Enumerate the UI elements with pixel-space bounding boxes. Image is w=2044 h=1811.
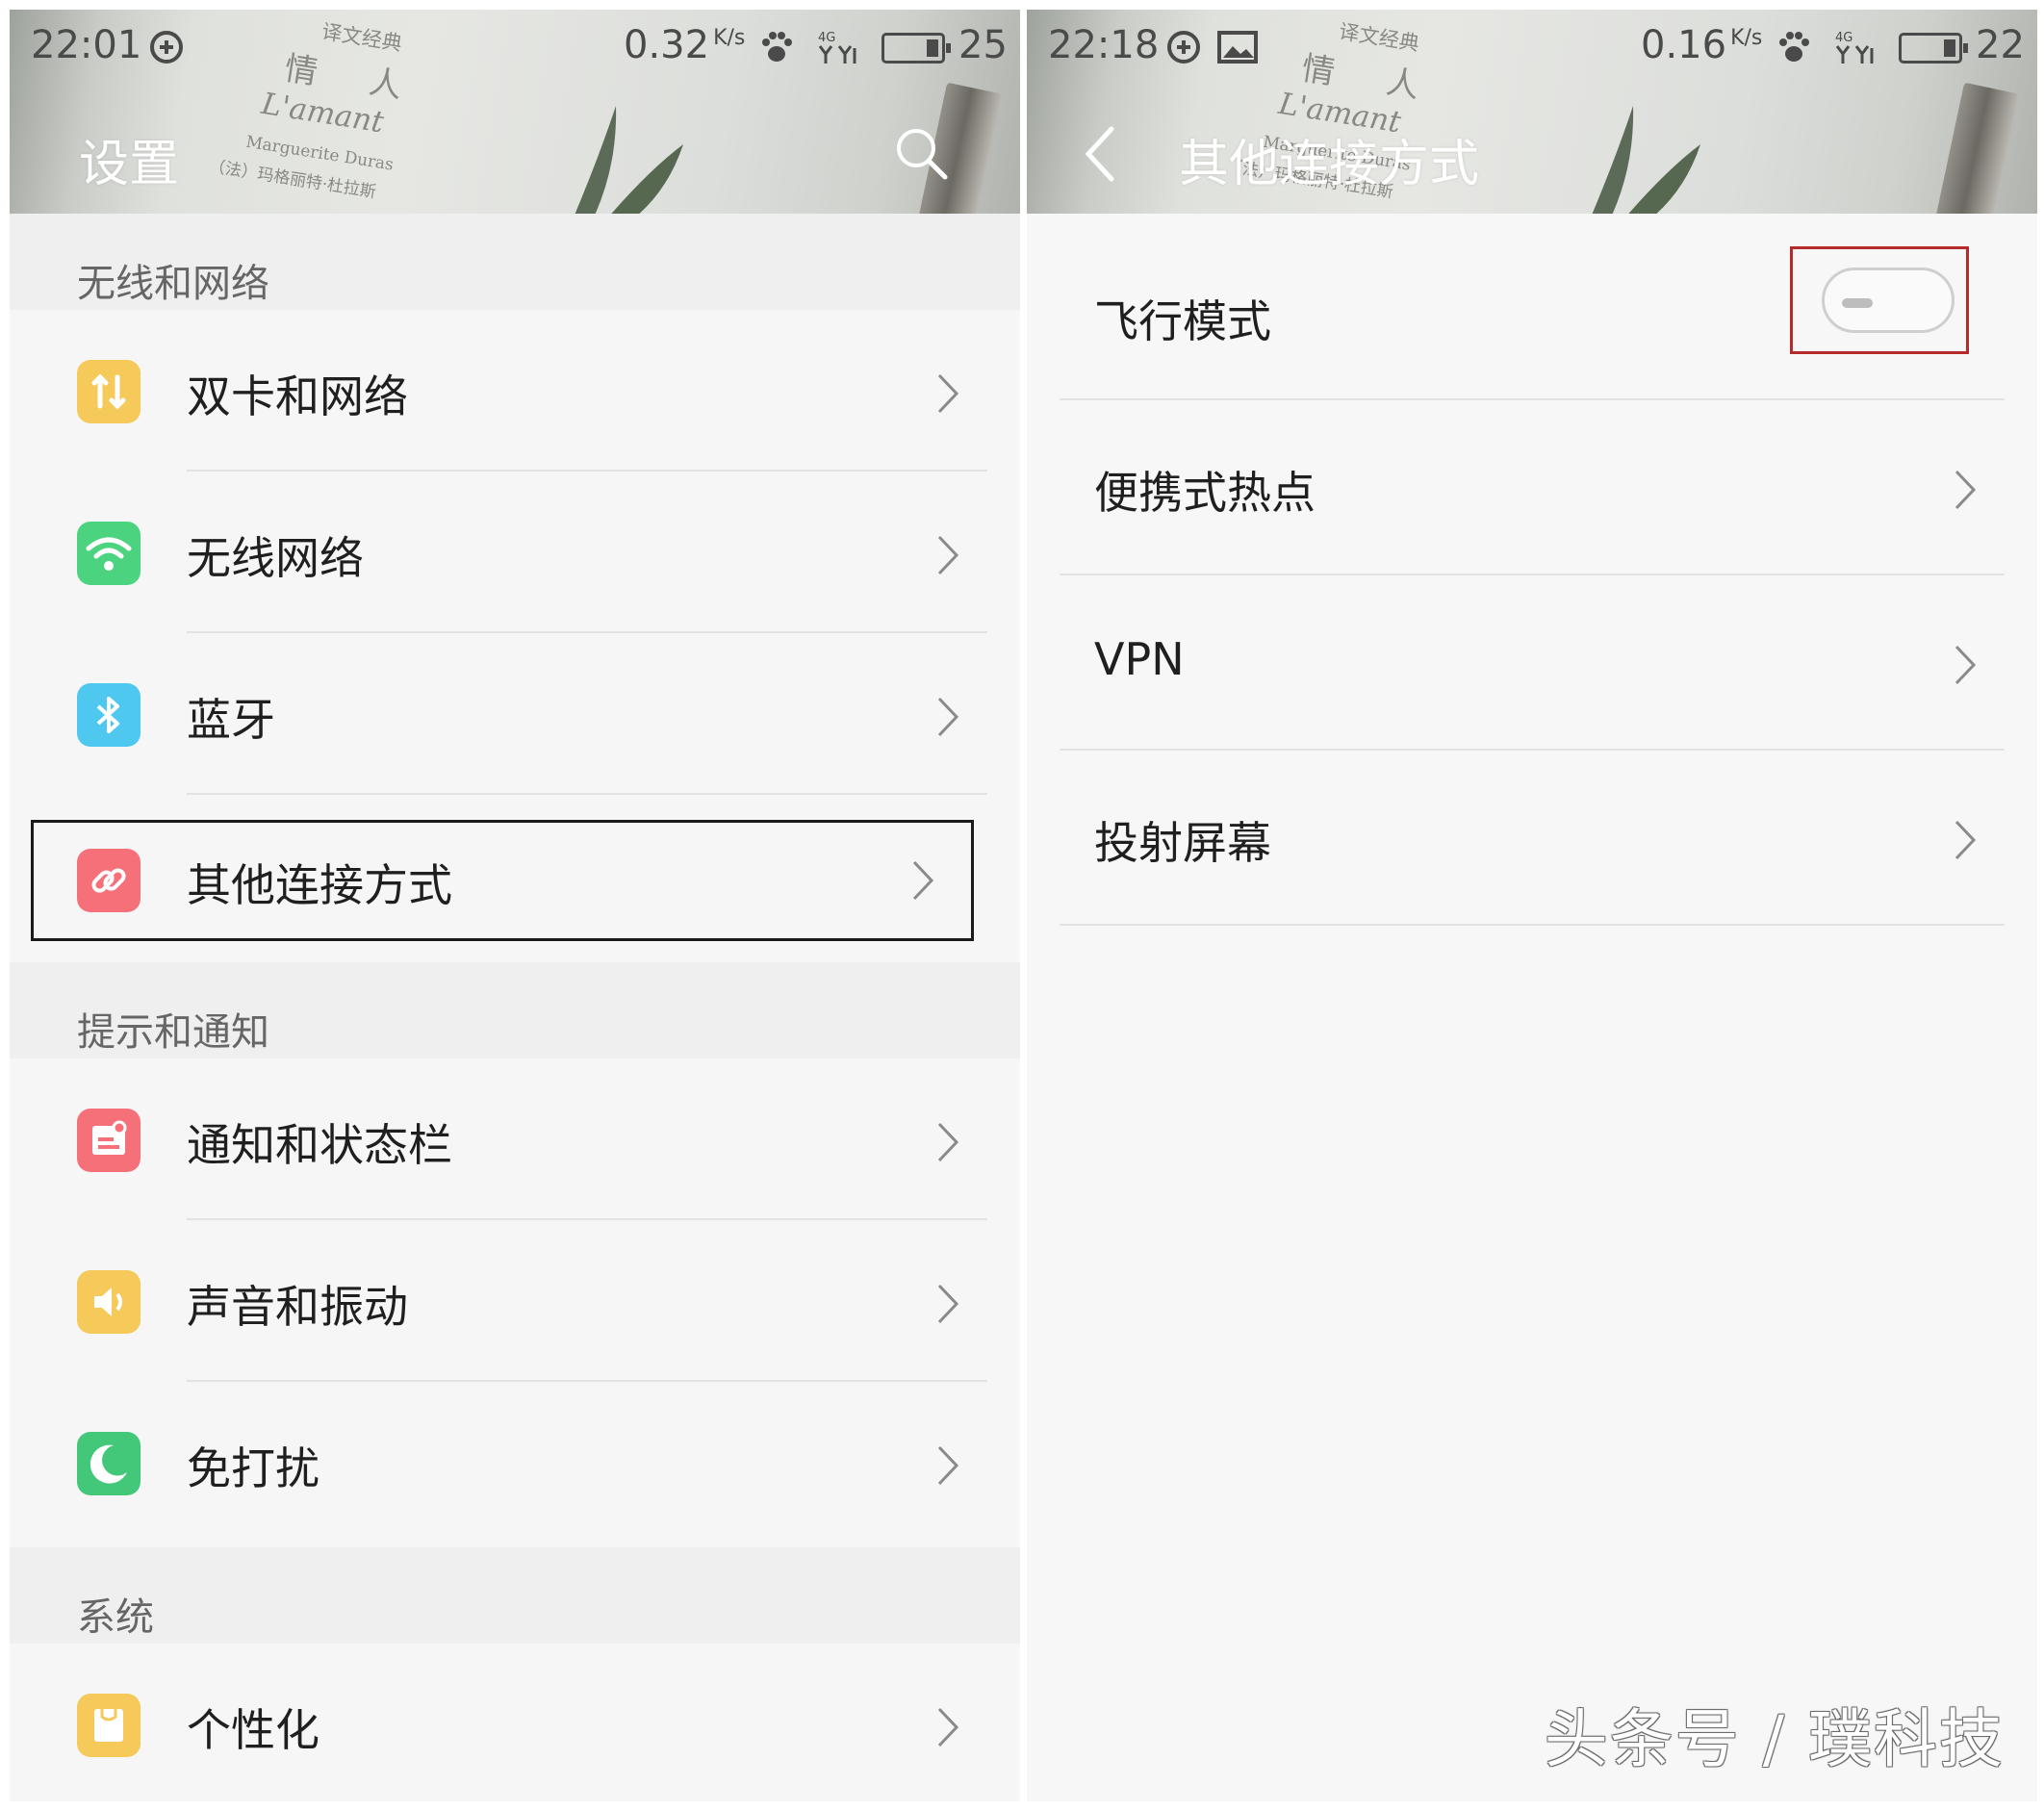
settings-item-label: 蓝牙 bbox=[187, 694, 275, 746]
chevron-right-icon bbox=[937, 1445, 959, 1486]
settings-item-notification-bar[interactable]: 通知和状态栏 bbox=[10, 1059, 1020, 1220]
paw-icon bbox=[1779, 32, 1809, 62]
chevron-right-icon bbox=[937, 1284, 959, 1324]
header-wallpaper: 译文经典情 人 L'amant Marguerite Duras （法）玛格丽特·杜… bbox=[1027, 10, 2037, 214]
status-time: 22:01 bbox=[31, 23, 142, 67]
header-wallpaper: 译文经典情 人 L'amant Marguerite Duras （法）玛格丽特·杜… bbox=[10, 10, 1020, 214]
battery-icon bbox=[1899, 33, 1968, 64]
leaf-decoration bbox=[1592, 106, 1700, 214]
bluetooth-icon bbox=[77, 683, 141, 747]
battery-level: 22 bbox=[1976, 23, 2025, 67]
back-arrow-icon[interactable] bbox=[1081, 125, 1119, 183]
settings-item-sound[interactable]: 声音和振动 bbox=[10, 1220, 1020, 1382]
section-header-notifications: 提示和通知 bbox=[10, 962, 1020, 1059]
paw-icon bbox=[762, 32, 792, 62]
wifi-icon bbox=[77, 522, 141, 585]
network-speed: 0.32 K/s bbox=[624, 23, 746, 67]
dual-sim-icon bbox=[77, 360, 141, 423]
settings-item-personalize[interactable]: 个性化 bbox=[10, 1644, 1020, 1801]
settings-item-label: 声音和振动 bbox=[187, 1281, 408, 1333]
speaker-icon bbox=[77, 1270, 141, 1334]
settings-screen: 译文经典情 人 L'amant Marguerite Duras （法）玛格丽特·杜… bbox=[10, 10, 1020, 1801]
settings-item-bluetooth[interactable]: 蓝牙 bbox=[10, 633, 1020, 795]
toggle-off-indicator bbox=[1842, 298, 1873, 308]
chevron-right-icon bbox=[1955, 470, 1977, 510]
signal-4g-icon: 4G bbox=[1835, 31, 1874, 64]
page-title: 其他连接方式 bbox=[1179, 136, 1480, 193]
link-icon bbox=[77, 849, 141, 912]
sync-icon bbox=[1167, 31, 1200, 64]
vpn-label: VPN bbox=[1094, 633, 1185, 685]
page-title: 设置 bbox=[79, 136, 180, 193]
chevron-right-icon bbox=[1955, 820, 1977, 860]
battery-icon bbox=[881, 33, 951, 64]
chevron-right-icon bbox=[937, 1707, 959, 1747]
chevron-right-icon bbox=[937, 697, 959, 737]
section-header-system: 系统 bbox=[10, 1547, 1020, 1644]
chevron-right-icon bbox=[1955, 645, 1977, 685]
chevron-right-icon bbox=[937, 373, 959, 414]
search-icon[interactable] bbox=[893, 125, 949, 181]
signal-4g-icon: 4G bbox=[818, 31, 856, 64]
settings-item-wifi[interactable]: 无线网络 bbox=[10, 472, 1020, 633]
image-icon bbox=[1217, 31, 1258, 64]
airplane-mode-toggle[interactable] bbox=[1822, 268, 1955, 333]
moon-icon bbox=[77, 1432, 141, 1495]
portable-hotspot-item[interactable]: 便携式热点 bbox=[1027, 400, 2037, 575]
svg-text:4G: 4G bbox=[1835, 31, 1852, 45]
screen-projection-item[interactable]: 投射屏幕 bbox=[1027, 751, 2037, 926]
status-bar: 22:01 0.32 K/s 4G 25 bbox=[10, 10, 1020, 79]
settings-item-do-not-disturb[interactable]: 免打扰 bbox=[10, 1382, 1020, 1543]
book-edge-decoration bbox=[1934, 82, 2019, 214]
settings-item-label: 个性化 bbox=[187, 1704, 319, 1756]
network-speed: 0.16 K/s bbox=[1641, 23, 1763, 67]
sync-icon bbox=[150, 31, 183, 64]
settings-item-label: 免打扰 bbox=[187, 1442, 319, 1494]
other-connections-screen: 译文经典情 人 L'amant Marguerite Duras （法）玛格丽特·杜… bbox=[1027, 10, 2037, 1801]
settings-item-other-connections[interactable]: 其他连接方式 bbox=[31, 820, 974, 941]
notification-icon bbox=[77, 1109, 141, 1172]
personalize-icon bbox=[77, 1694, 141, 1757]
settings-item-label: 无线网络 bbox=[187, 532, 364, 584]
section-header-wireless: 无线和网络 bbox=[10, 214, 1020, 310]
watermark: 头条号 / 璞科技 bbox=[1544, 1702, 2005, 1776]
leaf-decoration bbox=[575, 106, 683, 214]
settings-item-dual-sim[interactable]: 双卡和网络 bbox=[10, 310, 1020, 472]
svg-text:4G: 4G bbox=[818, 31, 835, 45]
status-bar: 22:18 0.16 K/s 4G 22 bbox=[1027, 10, 2037, 79]
settings-item-label: 其他连接方式 bbox=[187, 859, 452, 911]
status-time: 22:18 bbox=[1048, 23, 1160, 67]
chevron-right-icon bbox=[912, 860, 934, 901]
battery-level: 25 bbox=[958, 23, 1008, 67]
portable-hotspot-label: 便携式热点 bbox=[1094, 467, 1316, 519]
divider bbox=[187, 793, 987, 795]
divider bbox=[1060, 924, 2005, 926]
airplane-mode-label: 飞行模式 bbox=[1094, 295, 1271, 347]
settings-item-label: 双卡和网络 bbox=[187, 370, 408, 422]
chevron-right-icon bbox=[937, 1122, 959, 1162]
vpn-item[interactable]: VPN bbox=[1027, 575, 2037, 751]
settings-item-label: 通知和状态栏 bbox=[187, 1119, 452, 1171]
screen-projection-label: 投射屏幕 bbox=[1094, 817, 1271, 869]
chevron-right-icon bbox=[937, 535, 959, 575]
